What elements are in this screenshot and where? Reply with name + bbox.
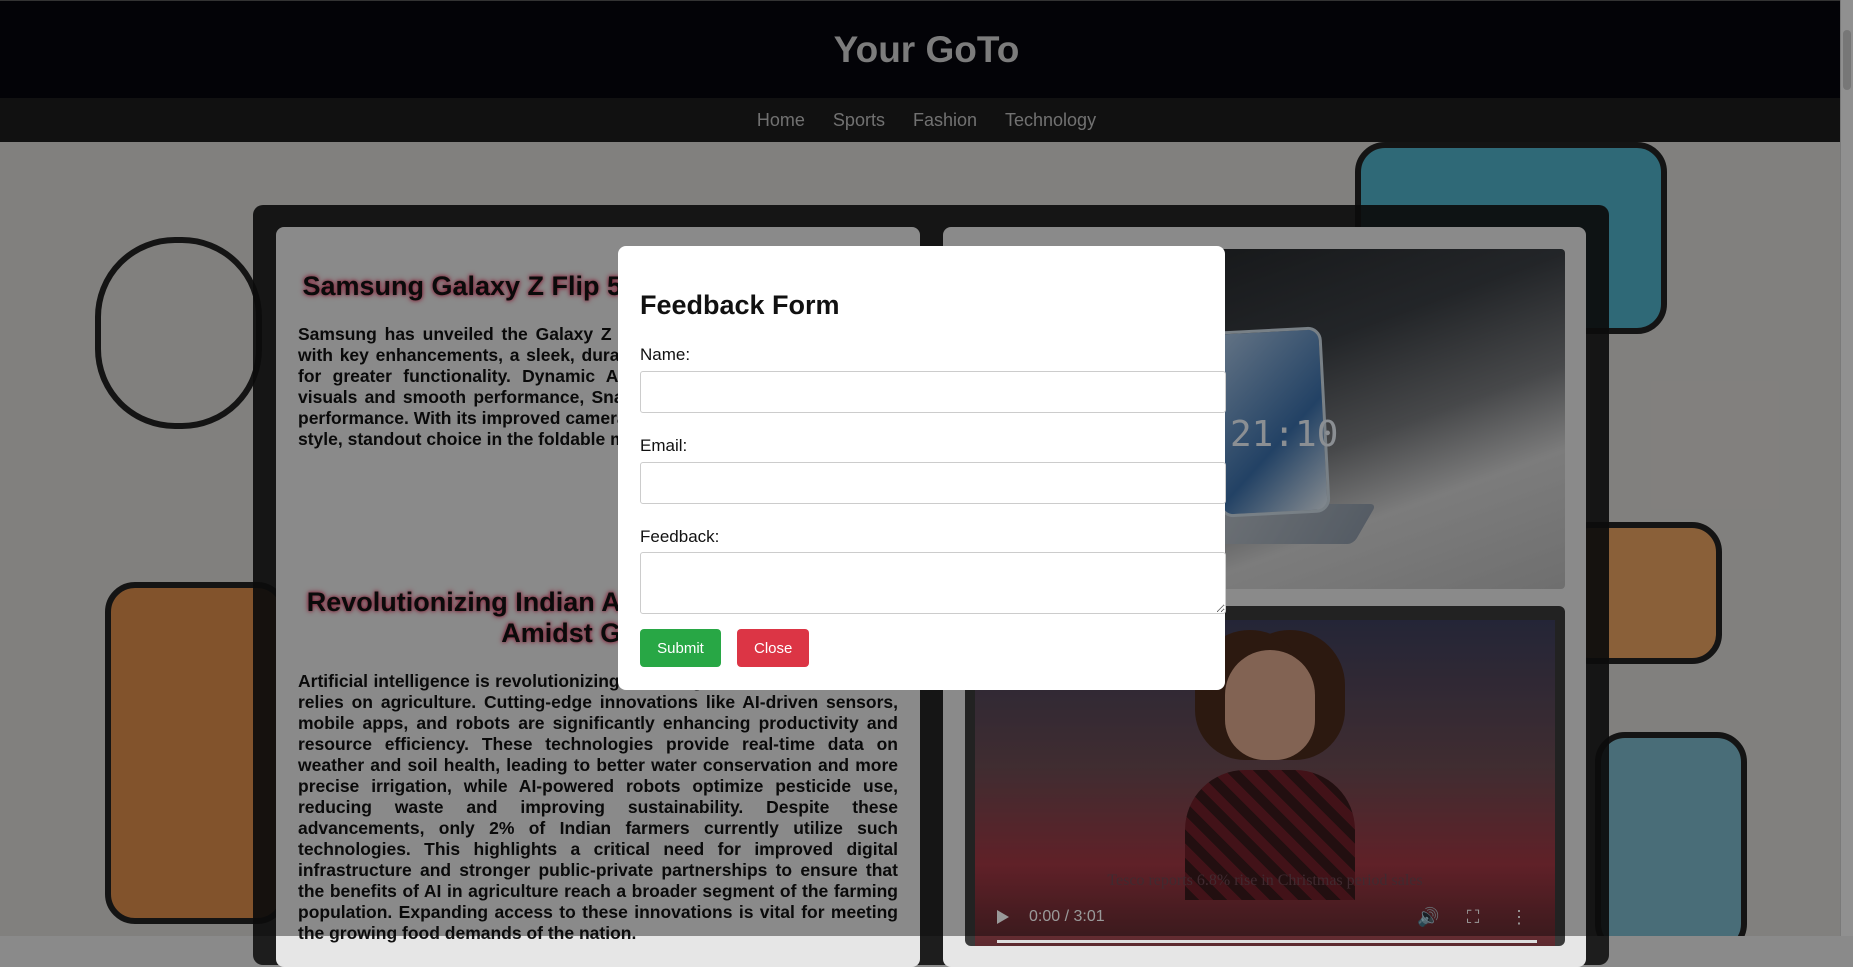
modal-title: Feedback Form [640, 290, 840, 320]
email-input[interactable] [640, 462, 1226, 504]
close-button[interactable]: Close [737, 629, 809, 667]
submit-button[interactable]: Submit [640, 629, 721, 667]
name-label: Name: [640, 345, 691, 364]
feedback-modal: Feedback Form Name: Email: Feedback: Sub… [618, 246, 1226, 690]
name-input[interactable] [640, 371, 1226, 413]
feedback-label: Feedback: [640, 527, 720, 546]
email-label: Email: [640, 436, 688, 455]
feedback-textarea[interactable] [640, 552, 1226, 614]
video-progress-bar[interactable] [997, 940, 1537, 943]
